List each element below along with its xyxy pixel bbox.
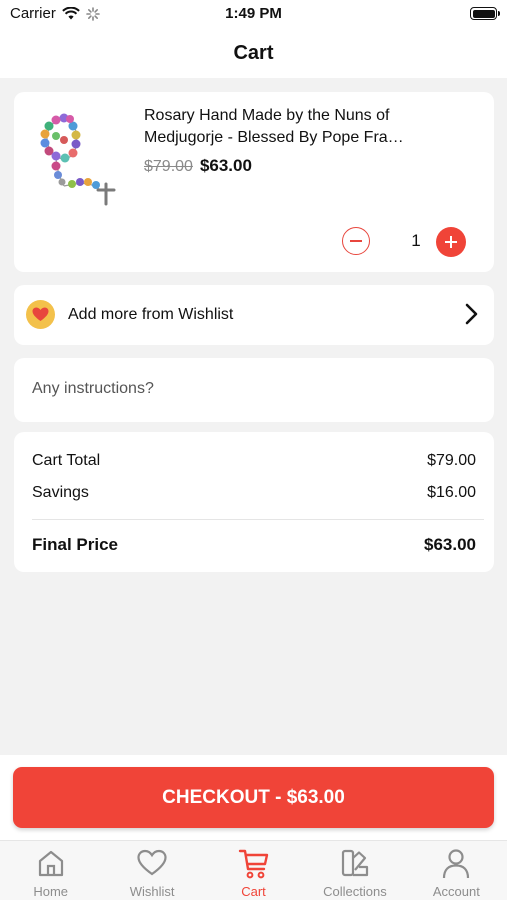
increase-quantity-button[interactable] — [436, 227, 466, 257]
add-from-wishlist-row[interactable]: Add more from Wishlist — [14, 285, 494, 345]
cart-total-value: $79.00 — [427, 452, 476, 469]
person-icon — [443, 849, 470, 879]
wishlist-badge — [26, 300, 55, 329]
final-price-value: $63.00 — [424, 535, 476, 554]
price-summary: Cart Total $79.00 Savings $16.00 Final P… — [14, 432, 494, 572]
nav-bar: Cart — [0, 28, 507, 78]
summary-divider — [32, 519, 484, 520]
original-price: $79.00 — [144, 158, 193, 175]
tab-collections-label: Collections — [323, 884, 387, 899]
page-title: Cart — [233, 41, 274, 64]
heart-icon — [137, 849, 167, 876]
tab-wishlist[interactable]: Wishlist — [101, 841, 202, 900]
tab-bar: Home Wishlist Cart Collections Account — [0, 840, 507, 900]
tab-home-label: Home — [33, 884, 69, 899]
sale-price: $63.00 — [199, 156, 252, 175]
final-price-row: Final Price $63.00 — [32, 535, 476, 555]
tab-cart[interactable]: Cart — [203, 841, 304, 900]
cart-total-label: Cart Total — [32, 452, 101, 469]
decrease-quantity-button[interactable] — [342, 227, 370, 255]
tab-home[interactable]: Home — [0, 841, 101, 900]
quantity-value: 1 — [411, 231, 421, 250]
collections-icon — [341, 849, 369, 877]
product-title[interactable]: Rosary Hand Made by the Nuns of Medjugor… — [144, 105, 464, 149]
status-time: 1:49 PM — [225, 5, 282, 22]
price-row: $79.00 $63.00 — [144, 156, 252, 176]
product-image[interactable] — [34, 106, 136, 208]
quantity-stepper: 1 — [342, 227, 468, 257]
tab-cart-label: Cart — [241, 884, 266, 899]
tab-collections[interactable]: Collections — [304, 841, 405, 900]
battery-icon — [470, 7, 500, 20]
cart-icon — [238, 849, 268, 879]
plus-icon — [445, 236, 457, 248]
tab-account-label: Account — [432, 884, 480, 899]
savings-row: Savings $16.00 — [32, 484, 476, 502]
chevron-right-icon — [465, 303, 478, 325]
checkout-button[interactable]: CHECKOUT - $63.00 — [13, 767, 494, 828]
cart-total-row: Cart Total $79.00 — [32, 452, 476, 470]
tab-account[interactable]: Account — [406, 841, 507, 900]
heart-icon — [32, 307, 49, 321]
minus-icon — [350, 240, 362, 242]
wishlist-label: Add more from Wishlist — [68, 306, 234, 323]
status-bar: Carrier 1:49 PM — [0, 0, 507, 28]
instructions-input[interactable] — [32, 380, 472, 398]
cart-item-card: Rosary Hand Made by the Nuns of Medjugor… — [14, 92, 494, 272]
savings-value: $16.00 — [427, 484, 476, 501]
home-icon — [38, 850, 63, 877]
savings-label: Savings — [32, 484, 89, 501]
tab-wishlist-label: Wishlist — [129, 884, 175, 899]
instructions-card — [14, 358, 494, 422]
final-price-label: Final Price — [32, 535, 118, 554]
